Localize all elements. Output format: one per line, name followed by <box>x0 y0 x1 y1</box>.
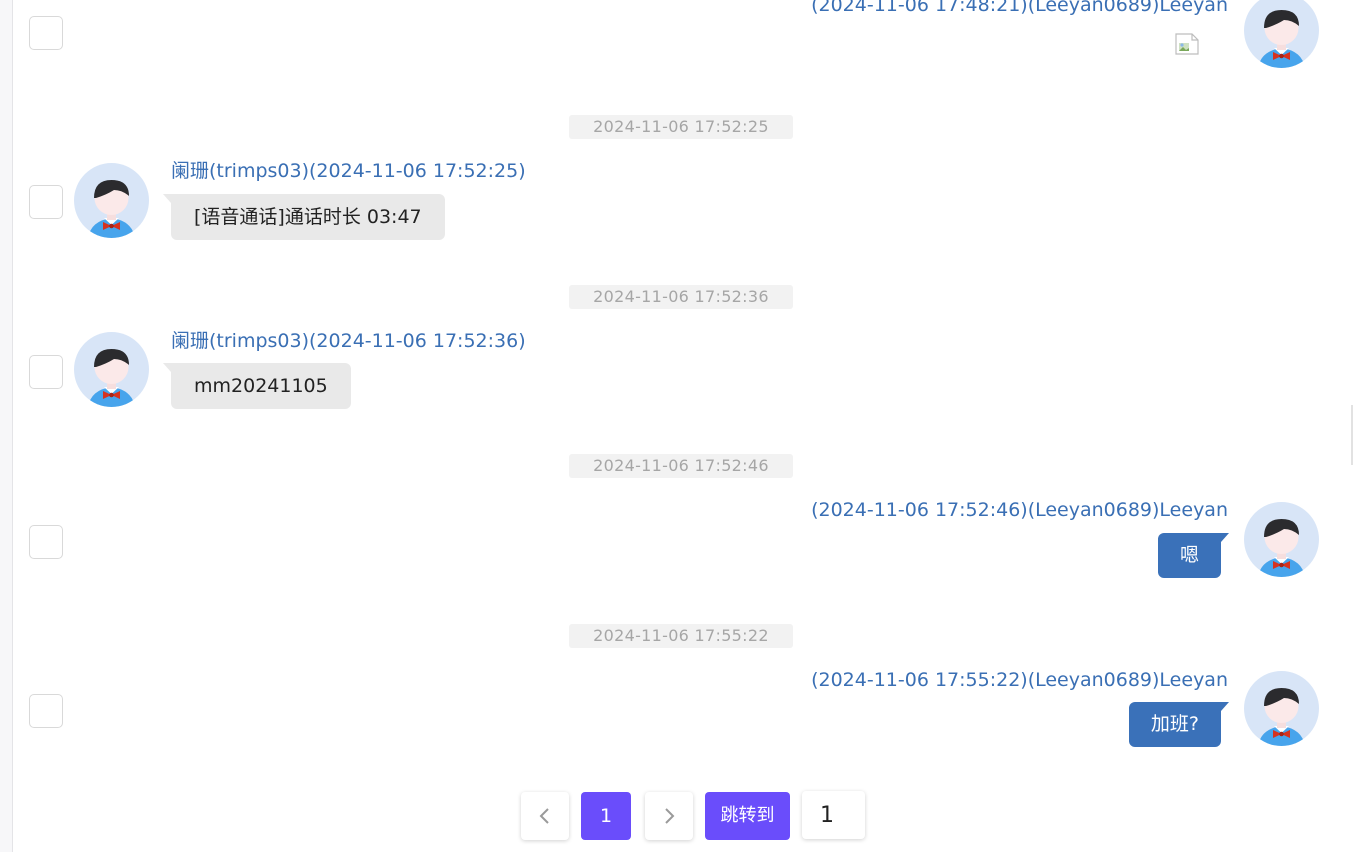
page-button-current[interactable]: 1 <box>581 792 631 840</box>
sender-name[interactable]: 阑珊(trimps03)(2024-11-06 17:52:36) <box>171 329 526 353</box>
message-bubble[interactable]: [语音通话]通话时长 03:47 <box>163 194 445 240</box>
jump-to-button[interactable]: 跳转到 <box>705 792 790 840</box>
time-separator: 2024-11-06 17:52:25 <box>569 115 793 139</box>
next-page-button[interactable] <box>645 792 693 840</box>
message-checkbox[interactable] <box>29 694 63 728</box>
time-separator: 2024-11-06 17:52:36 <box>569 285 793 309</box>
broken-image-icon[interactable] <box>1175 33 1199 55</box>
sender-name[interactable]: 阑珊(trimps03)(2024-11-06 17:52:25) <box>171 159 526 183</box>
time-separator: 2024-11-06 17:52:46 <box>569 454 793 478</box>
jump-page-input[interactable] <box>802 791 865 839</box>
prev-page-button[interactable] <box>521 792 569 840</box>
sender-name[interactable]: (2024-11-06 17:52:46)(Leeyan0689)Leeyan <box>811 498 1228 522</box>
message-bubble[interactable]: mm20241105 <box>163 363 351 409</box>
avatar <box>1244 502 1319 577</box>
chevron-right-icon <box>665 808 675 824</box>
avatar <box>1244 671 1319 746</box>
message-checkbox[interactable] <box>29 525 63 559</box>
avatar <box>1244 0 1319 68</box>
sender-name[interactable]: (2024-11-06 17:48:21)(Leeyan0689)Leeyan <box>811 0 1228 17</box>
left-rail <box>0 0 13 852</box>
message-checkbox[interactable] <box>29 16 63 50</box>
message-checkbox[interactable] <box>29 355 63 389</box>
message-bubble[interactable]: 加班? <box>1128 702 1230 747</box>
avatar <box>74 332 149 407</box>
chevron-left-icon <box>539 808 549 824</box>
time-separator: 2024-11-06 17:55:22 <box>569 624 793 648</box>
avatar <box>74 163 149 238</box>
sender-name[interactable]: (2024-11-06 17:55:22)(Leeyan0689)Leeyan <box>811 668 1228 692</box>
message-bubble[interactable]: 嗯 <box>1157 533 1230 578</box>
message-checkbox[interactable] <box>29 185 63 219</box>
